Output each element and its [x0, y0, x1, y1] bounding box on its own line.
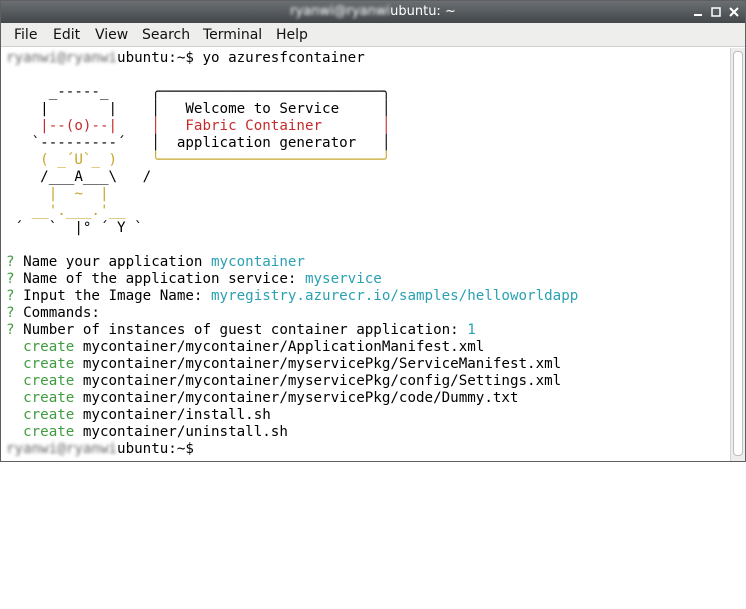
ascii-art-line: ´ ` |° ´ Y ` [6, 220, 143, 236]
maximize-icon[interactable] [709, 5, 723, 19]
menu-bar: File Edit View Search Terminal Help [1, 23, 745, 47]
minimize-icon[interactable] [691, 5, 705, 19]
create-line: create mycontainer/mycontainer/Applicati… [23, 339, 485, 355]
create-line: create mycontainer/mycontainer/myservice… [23, 373, 562, 389]
ascii-art-line: /___A___\ / [6, 169, 152, 185]
title-bar[interactable]: ryanwi@ryanwiubuntu: ~ [1, 1, 745, 23]
prompt-line: ryanwi@ryanwiubuntu:~$ [6, 441, 194, 457]
ascii-art-line: | ~ | [6, 186, 109, 202]
create-line: create mycontainer/mycontainer/myservice… [23, 390, 519, 406]
menu-help[interactable]: Help [276, 27, 308, 43]
create-line: create mycontainer/uninstall.sh [23, 424, 288, 440]
answer-line: ? Name your application mycontainer [6, 254, 305, 270]
command-text: yo azuresfcontainer [193, 50, 365, 66]
ascii-art-line: ( _´U`_ ) ╰──────────────────────────╯ [6, 152, 391, 168]
answer-line: ? Name of the application service: myser… [6, 271, 382, 287]
window-title: ryanwi@ryanwiubuntu: ~ [290, 4, 456, 19]
terminal-window: ryanwi@ryanwiubuntu: ~ File Edit View Se… [0, 0, 746, 462]
menu-edit[interactable]: Edit [53, 27, 80, 43]
menu-terminal[interactable]: Terminal [203, 27, 262, 43]
answer-line: ? Input the Image Name: myregistry.azure… [6, 288, 579, 304]
ascii-art-line: | | │ Welcome to Service │ [6, 101, 391, 117]
menu-view[interactable]: View [95, 27, 128, 43]
close-icon[interactable] [727, 5, 741, 19]
vertical-scrollbar[interactable] [730, 48, 745, 461]
scrollbar-thumb[interactable] [733, 51, 743, 456]
ascii-art-line: `---------´ │ application generator │ [6, 135, 391, 151]
prompt-line: ryanwi@ryanwiubuntu:~$ yo azuresfcontain… [6, 50, 365, 66]
answer-line: ? Commands: [6, 305, 100, 321]
menu-search[interactable]: Search [142, 27, 190, 43]
ascii-art-line: _-----_ ╭──────────────────────────╮ [6, 84, 391, 100]
answer-line: ? Number of instances of guest container… [6, 322, 476, 338]
terminal-output[interactable]: ryanwi@ryanwiubuntu:~$ yo azuresfcontain… [1, 48, 728, 461]
ascii-art-line: __'.___.'__ [6, 203, 126, 219]
ascii-art-line: |--(o)--| │ Fabric Container │ [6, 118, 391, 134]
menu-file[interactable]: File [14, 27, 37, 43]
create-line: create mycontainer/mycontainer/myservice… [23, 356, 562, 372]
create-line: create mycontainer/install.sh [23, 407, 271, 423]
